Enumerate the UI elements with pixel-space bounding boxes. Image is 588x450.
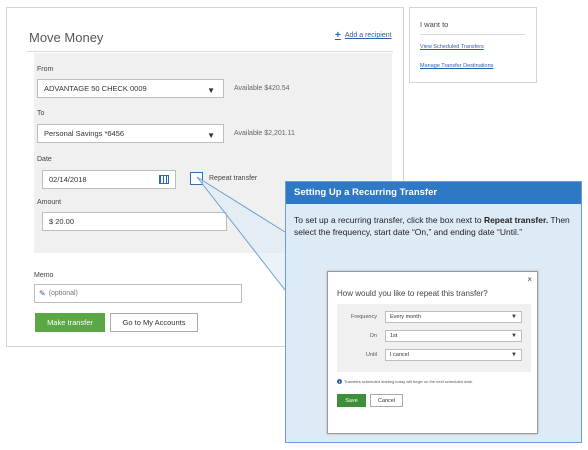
info-note: i Transfers scheduled starting today wil… [337, 379, 473, 384]
chevron-down-icon: ▼ [511, 352, 517, 358]
frequency-select[interactable]: Every month ▼ [385, 311, 522, 323]
until-label: Until [365, 352, 377, 358]
callout-text: To set up a recurring transfer, click th… [294, 214, 576, 238]
info-text: Transfers scheduled starting today will … [344, 379, 474, 384]
repeat-transfer-modal: × How would you like to repeat this tran… [327, 271, 538, 434]
callout-header: Setting Up a Recurring Transfer [286, 182, 581, 204]
close-icon[interactable]: × [527, 275, 532, 284]
frequency-label: Frequency [351, 314, 377, 320]
recurring-transfer-callout: Setting Up a Recurring Transfer To set u… [285, 181, 582, 443]
on-label: On [369, 333, 377, 339]
repeat-options: Frequency Every month ▼ On 1st ▼ Until I… [337, 304, 531, 372]
on-value: 1st [390, 333, 398, 339]
cancel-button[interactable]: Cancel [370, 394, 403, 407]
callout-text-bold: Repeat transfer. [483, 215, 549, 225]
modal-title: How would you like to repeat this transf… [337, 289, 488, 298]
frequency-value: Every month [390, 314, 421, 320]
info-icon: i [337, 379, 342, 384]
until-value: I cancel [390, 352, 409, 358]
chevron-down-icon: ▼ [511, 314, 517, 320]
until-select[interactable]: I cancel ▼ [385, 349, 522, 361]
chevron-down-icon: ▼ [511, 333, 517, 339]
callout-text-1: To set up a recurring transfer, click th… [294, 215, 484, 225]
save-button[interactable]: Save [337, 394, 366, 407]
callout-title: Setting Up a Recurring Transfer [294, 187, 438, 198]
on-select[interactable]: 1st ▼ [385, 330, 522, 342]
